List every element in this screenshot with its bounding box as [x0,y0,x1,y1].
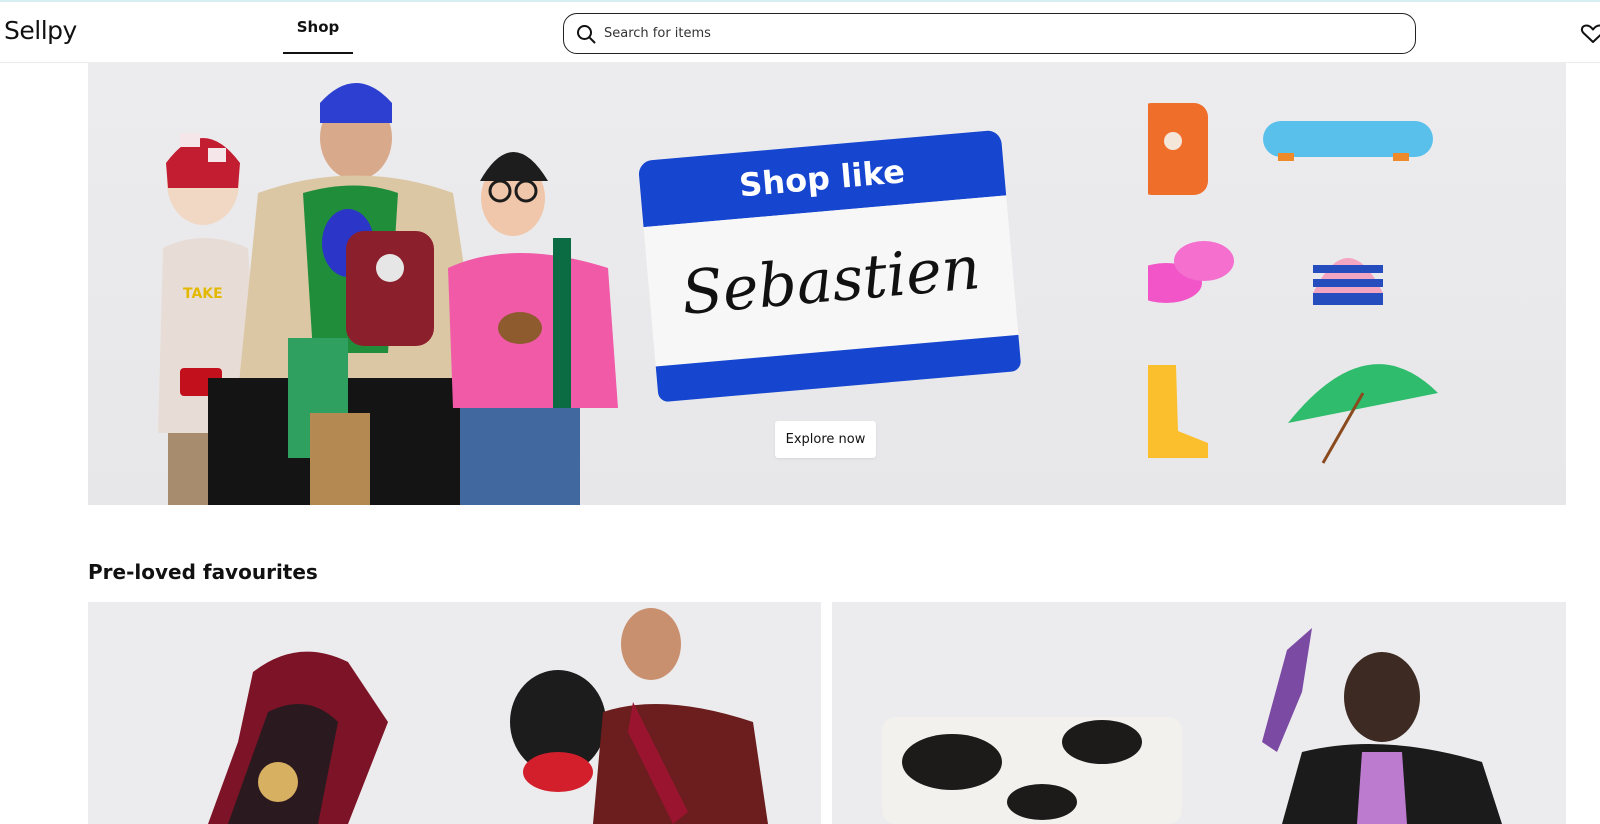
heart-icon[interactable] [1580,24,1600,44]
sellpy-logo[interactable]: Sellpy [4,16,77,45]
section-title: Pre-loved favourites [88,560,318,584]
hero-banner[interactable]: TAKE Shop like Sebastien Explore now [88,63,1566,505]
svg-text:TAKE: TAKE [183,286,223,302]
favourite-card-scarves[interactable] [88,602,821,824]
favourite-card-leather[interactable] [832,602,1566,824]
leather-image [882,628,1502,824]
tab-shop[interactable]: Shop [283,2,353,54]
name-tag-sticker: Shop like Sebastien [637,129,1022,411]
explore-now-button[interactable]: Explore now [775,421,876,458]
search-icon[interactable] [576,23,598,45]
search-input[interactable] [604,26,1384,41]
search-bar[interactable] [563,13,1416,54]
scarves-image [208,608,768,824]
hero-people-image: TAKE [158,83,618,505]
site-header: Sellpy Shop [0,2,1600,63]
product-collage-image [1148,103,1438,464]
